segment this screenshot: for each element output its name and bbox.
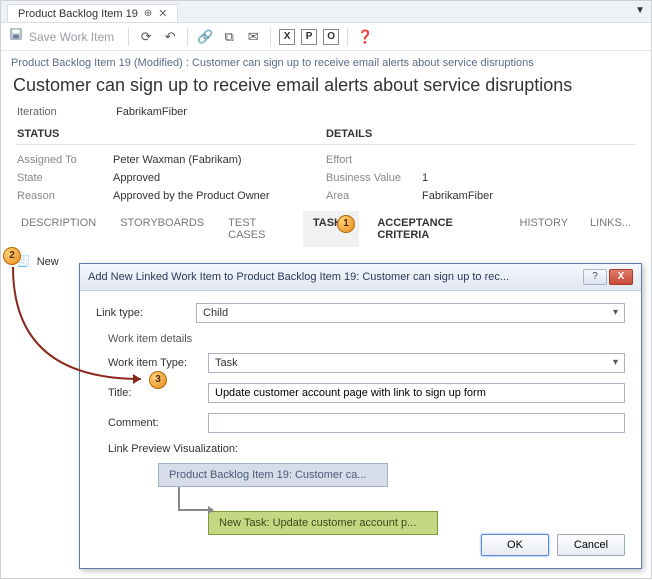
separator: [270, 28, 271, 46]
page-title: Customer can sign up to receive email al…: [1, 71, 651, 106]
dialog-button-row: OK Cancel: [481, 534, 625, 556]
witype-label: Work item Type:: [108, 357, 208, 369]
preview-label: Link Preview Visualization:: [108, 443, 625, 455]
tab-testcases[interactable]: TEST CASES: [224, 211, 287, 247]
close-icon[interactable]: ✕: [158, 7, 167, 20]
comment-label: Comment:: [108, 417, 208, 429]
save-icon: [9, 27, 23, 46]
help-icon[interactable]: ❓: [356, 28, 374, 46]
new-button[interactable]: New: [37, 256, 59, 268]
tab-title: Product Backlog Item 19: [18, 8, 138, 20]
refresh-icon[interactable]: ⟳: [137, 28, 155, 46]
iteration-label: Iteration: [17, 106, 113, 118]
save-button[interactable]: Save Work Item: [29, 30, 114, 44]
outlook-icon[interactable]: O: [323, 29, 339, 45]
dialog-help-icon[interactable]: ?: [583, 269, 607, 285]
project-icon[interactable]: P: [301, 29, 317, 45]
bizval-label: Business Value: [326, 172, 422, 184]
title-input[interactable]: [208, 383, 625, 403]
breadcrumb: Product Backlog Item 19 (Modified) : Cus…: [1, 51, 651, 71]
add-linked-item-dialog: Add New Linked Work Item to Product Back…: [79, 263, 642, 569]
assigned-label: Assigned To: [17, 154, 113, 166]
area-label: Area: [326, 190, 422, 202]
preview-parent-box: Product Backlog Item 19: Customer ca...: [158, 463, 388, 487]
tab-history[interactable]: HISTORY: [516, 211, 573, 247]
callout-marker-2: 2: [3, 247, 21, 265]
bizval-value[interactable]: 1: [422, 172, 428, 184]
cancel-button[interactable]: Cancel: [557, 534, 625, 556]
details-section: DETAILS Effort Business Value1 AreaFabri…: [326, 128, 635, 205]
tab-bar: Product Backlog Item 19 ⊕ ✕ ▼: [1, 1, 651, 23]
linktype-value: Child: [203, 307, 228, 319]
state-value[interactable]: Approved: [113, 172, 160, 184]
status-head: STATUS: [17, 128, 326, 145]
tab-links[interactable]: LINKS...: [586, 211, 635, 247]
status-section: STATUS Assigned ToPeter Waxman (Fabrikam…: [17, 128, 326, 205]
tab-overflow-icon[interactable]: ▼: [635, 5, 645, 16]
separator: [187, 28, 188, 46]
tab-acceptance[interactable]: ACCEPTANCE CRITERIA: [373, 211, 501, 247]
copy-icon[interactable]: ⧉: [220, 28, 238, 46]
undo-icon[interactable]: ↶: [161, 28, 179, 46]
dialog-titlebar: Add New Linked Work Item to Product Back…: [80, 264, 641, 291]
pin-icon[interactable]: ⊕: [144, 8, 152, 19]
link-icon[interactable]: 🔗: [196, 28, 214, 46]
dialog-body: Link type: Child Work item details Work …: [80, 291, 641, 547]
tab-description[interactable]: DESCRIPTION: [17, 211, 100, 247]
separator: [128, 28, 129, 46]
excel-icon[interactable]: X: [279, 29, 295, 45]
effort-label: Effort: [326, 154, 422, 166]
iteration-value[interactable]: FabrikamFiber: [116, 106, 187, 118]
area-value[interactable]: FabrikamFiber: [422, 190, 493, 202]
document-tab[interactable]: Product Backlog Item 19 ⊕ ✕: [7, 4, 178, 22]
witype-select[interactable]: Task: [208, 353, 625, 373]
dialog-close-icon[interactable]: X: [609, 269, 633, 285]
details-head: DETAILS: [326, 128, 635, 145]
toolbar: Save Work Item ⟳ ↶ 🔗 ⧉ ✉ X P O ❓: [1, 23, 651, 51]
fields-grid: STATUS Assigned ToPeter Waxman (Fabrikam…: [1, 128, 651, 205]
dialog-title: Add New Linked Work Item to Product Back…: [88, 271, 583, 283]
link-preview: Product Backlog Item 19: Customer ca... …: [108, 463, 625, 535]
witype-value: Task: [215, 357, 238, 369]
comment-input[interactable]: [208, 413, 625, 433]
assigned-value[interactable]: Peter Waxman (Fabrikam): [113, 154, 242, 166]
preview-child-box: New Task: Update customer account p...: [208, 511, 438, 535]
ok-button[interactable]: OK: [481, 534, 549, 556]
linktype-label: Link type:: [96, 307, 196, 319]
iteration-row: Iteration FabrikamFiber: [1, 106, 651, 128]
reason-label: Reason: [17, 190, 113, 202]
linktype-select[interactable]: Child: [196, 303, 625, 323]
tab-storyboards[interactable]: STORYBOARDS: [116, 211, 208, 247]
callout-marker-3: 3: [149, 371, 167, 389]
mail-icon[interactable]: ✉: [244, 28, 262, 46]
preview-arrow-icon: [178, 487, 208, 511]
subtab-bar: DESCRIPTION STORYBOARDS TEST CASES TASKS…: [1, 205, 651, 247]
separator: [347, 28, 348, 46]
callout-marker-1: 1: [337, 215, 355, 233]
workitem-details-label: Work item details: [108, 333, 625, 345]
reason-value[interactable]: Approved by the Product Owner: [113, 190, 270, 202]
state-label: State: [17, 172, 113, 184]
